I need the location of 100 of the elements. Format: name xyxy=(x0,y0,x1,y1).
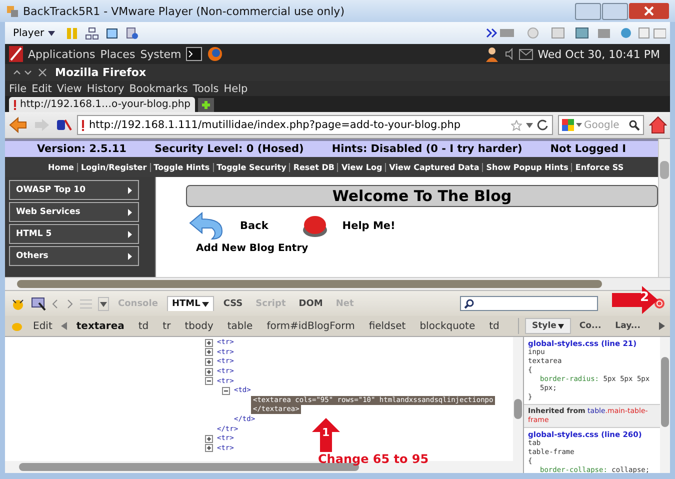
breadcrumb[interactable]: form#idBlogForm xyxy=(262,320,360,332)
network-icon[interactable] xyxy=(85,26,100,40)
scroll-left-icon[interactable] xyxy=(61,322,68,330)
annotation-number: 2 xyxy=(640,290,650,305)
nav-link[interactable]: Login/Register xyxy=(76,162,150,172)
expand-toggle-icon[interactable] xyxy=(205,377,213,386)
clock[interactable]: Wed Oct 30, 10:41 PM xyxy=(538,48,660,60)
reload-icon[interactable] xyxy=(537,119,549,131)
star-icon[interactable] xyxy=(511,120,522,130)
expand-toggle-icon[interactable] xyxy=(205,434,213,443)
back-arrow-icon[interactable] xyxy=(8,116,28,134)
menu-item[interactable]: Help xyxy=(224,82,248,94)
breadcrumb[interactable]: tbody xyxy=(180,320,218,332)
annotation-number: 1 xyxy=(322,426,330,439)
menu-item[interactable]: Bookmarks xyxy=(129,82,188,94)
new-tab-icon[interactable] xyxy=(198,98,214,112)
speaker-icon[interactable] xyxy=(504,48,514,60)
nav-arrows-icon[interactable] xyxy=(52,298,74,308)
menu-item[interactable]: View xyxy=(56,82,82,94)
device-icons-drawing[interactable] xyxy=(486,26,666,40)
nav-link[interactable]: Home xyxy=(45,162,77,172)
addon-icon[interactable] xyxy=(56,118,72,132)
inspect-icon[interactable] xyxy=(31,296,47,310)
triangle-icon xyxy=(128,230,132,238)
search-field[interactable] xyxy=(460,296,598,311)
edit-button[interactable]: Edit xyxy=(28,320,58,332)
browser-tab[interactable]: http://192.168.1…o-your-blog.php xyxy=(9,97,195,112)
menu-item[interactable]: History xyxy=(86,82,124,94)
breadcrumb[interactable]: td xyxy=(133,320,154,332)
annotation-arrow xyxy=(612,286,658,314)
menu-item[interactable]: Tools xyxy=(192,82,219,94)
panel-tab[interactable]: HTML xyxy=(166,296,214,311)
sidebar-item[interactable]: HTML 5 xyxy=(9,224,139,244)
panel-menu[interactable]: Applications xyxy=(28,48,96,60)
side-panel-tab[interactable]: Style xyxy=(525,318,572,334)
status-text: Not Logged I xyxy=(550,143,626,155)
back-link[interactable]: Back xyxy=(240,220,268,232)
nav-link[interactable]: Show Popup Hints xyxy=(482,162,572,172)
expand-toggle-icon[interactable] xyxy=(205,358,213,366)
search-icon xyxy=(464,298,474,308)
search-engine-icon[interactable] xyxy=(562,119,582,131)
sidebar-item[interactable]: OWASP Top 10 xyxy=(9,180,139,200)
mail-icon[interactable] xyxy=(518,48,533,60)
expand-toggle-icon[interactable] xyxy=(205,338,213,347)
search-icon[interactable] xyxy=(629,120,640,130)
nav-link[interactable]: Reset DB xyxy=(289,162,338,172)
home-icon[interactable] xyxy=(649,116,667,134)
player-menu[interactable]: Player xyxy=(9,28,60,38)
scroll-right-icon[interactable] xyxy=(659,322,665,330)
firefox-icon[interactable] xyxy=(207,46,224,62)
nav-link[interactable]: Enforce SS xyxy=(571,162,627,172)
expand-toggle-icon[interactable] xyxy=(205,348,213,356)
help-link[interactable]: Help Me! xyxy=(342,220,396,232)
minimize-button[interactable] xyxy=(575,2,601,20)
dropdown-icon[interactable] xyxy=(98,296,109,310)
nav-link[interactable]: Toggle Hints xyxy=(150,162,213,172)
address-bar[interactable]: http://192.168.1.111/mutillidae/index.php?page=add-to-your-blog.php xyxy=(77,115,553,135)
menu-item[interactable]: Edit xyxy=(32,82,52,94)
triangle-icon xyxy=(128,208,132,216)
breadcrumb[interactable]: td xyxy=(484,320,504,332)
close-button[interactable] xyxy=(629,2,669,18)
nav-link[interactable]: View Captured Data xyxy=(385,162,482,172)
breadcrumb[interactable]: tr xyxy=(158,320,176,332)
horizontal-scrollbar[interactable] xyxy=(5,277,670,290)
expand-toggle-icon[interactable] xyxy=(222,386,230,395)
menu-item[interactable]: File xyxy=(9,82,27,94)
side-panel-tab[interactable]: Co... xyxy=(573,319,608,333)
breadcrumb[interactable]: textarea xyxy=(71,320,130,332)
terminal-icon[interactable] xyxy=(186,47,202,61)
breadcrumb[interactable]: blockquote xyxy=(414,320,480,332)
fullscreen-icon[interactable] xyxy=(105,26,120,40)
panel-tab[interactable]: CSS xyxy=(219,296,247,310)
caret-icon[interactable] xyxy=(526,122,533,128)
bug-icon[interactable] xyxy=(10,296,26,310)
panel-menu[interactable]: System xyxy=(140,48,182,60)
side-panel-tab[interactable]: Lay... xyxy=(609,319,647,333)
vertical-scrollbar[interactable] xyxy=(513,337,523,461)
expand-toggle-icon[interactable] xyxy=(205,444,213,452)
sidebar-item[interactable]: Web Services xyxy=(9,202,139,222)
vertical-scrollbar[interactable] xyxy=(658,139,670,277)
panel-menu[interactable]: Places xyxy=(100,48,136,60)
info-icon[interactable] xyxy=(125,26,140,40)
nav-link[interactable]: View Log xyxy=(337,162,386,172)
help-button-icon[interactable] xyxy=(302,214,328,238)
warning-icon xyxy=(13,100,17,110)
annotation-arrow xyxy=(312,418,340,452)
caret-icon xyxy=(200,302,210,306)
browser-title: Mozilla Firefox xyxy=(55,66,146,79)
user-icon[interactable] xyxy=(484,46,499,62)
vertical-scrollbar[interactable] xyxy=(660,337,670,473)
breadcrumb[interactable]: table xyxy=(222,320,258,332)
caret-icon xyxy=(48,30,56,36)
panel-tab[interactable]: DOM xyxy=(294,296,327,310)
caret-icon xyxy=(556,324,564,328)
nav-link[interactable]: Toggle Security xyxy=(212,162,290,172)
window-controls-icon[interactable] xyxy=(13,68,47,77)
breadcrumb[interactable]: fieldset xyxy=(364,320,411,332)
maximize-button[interactable] xyxy=(602,2,628,20)
expand-toggle-icon[interactable] xyxy=(205,368,213,376)
sidebar-item[interactable]: Others xyxy=(9,246,139,266)
